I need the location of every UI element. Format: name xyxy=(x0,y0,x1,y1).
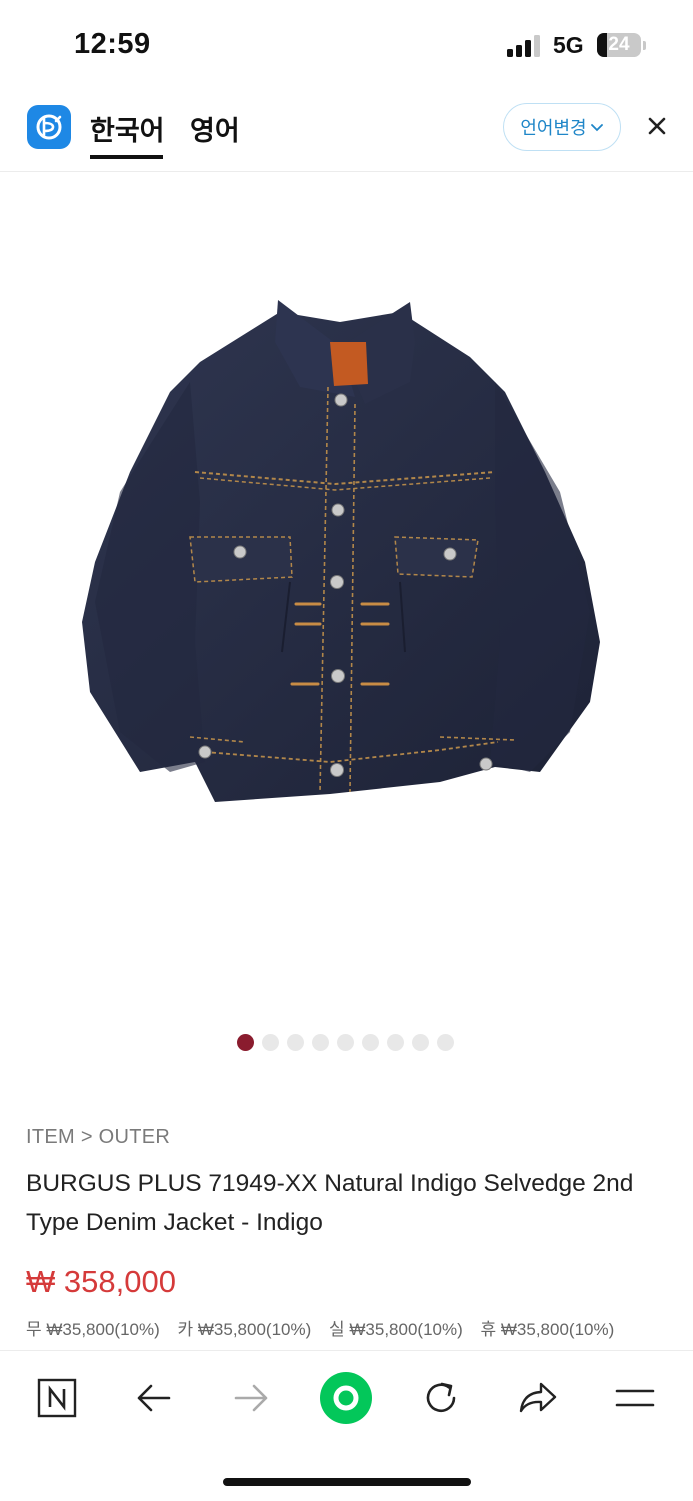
tab-korean[interactable]: 한국어 xyxy=(90,109,165,148)
battery-level: 24 xyxy=(608,34,630,55)
carousel-dot[interactable] xyxy=(262,1034,279,1051)
product-image[interactable] xyxy=(0,172,693,1012)
carousel-dots xyxy=(0,1033,693,1051)
reload-button[interactable] xyxy=(414,1371,468,1425)
carousel-dot[interactable] xyxy=(412,1034,429,1051)
carousel-dot[interactable] xyxy=(287,1034,304,1051)
battery-cap xyxy=(643,41,646,50)
menu-icon xyxy=(615,1389,655,1407)
carousel-dot[interactable] xyxy=(437,1034,454,1051)
network-type: 5G xyxy=(553,32,584,58)
share-icon xyxy=(519,1382,557,1413)
back-button[interactable] xyxy=(127,1371,181,1425)
close-button[interactable] xyxy=(641,110,673,142)
reload-icon xyxy=(426,1382,456,1413)
menu-button[interactable] xyxy=(608,1371,662,1425)
browser-toolbar xyxy=(0,1350,693,1501)
carousel-dot[interactable] xyxy=(387,1034,404,1051)
translator-app-logo[interactable] xyxy=(27,105,71,149)
forward-button[interactable] xyxy=(224,1371,278,1425)
status-time: 12:59 xyxy=(74,28,151,60)
product-title: BURGUS PLUS 71949-XX Natural Indigo Selv… xyxy=(26,1170,634,1236)
points-item: 실 ₩35,800(10%) xyxy=(329,1320,463,1339)
signal-icon xyxy=(507,35,541,57)
product-price: ₩ 358,000 xyxy=(26,1264,176,1299)
green-home-button[interactable] xyxy=(319,1371,373,1425)
share-button[interactable] xyxy=(511,1371,565,1425)
naver-home-button[interactable] xyxy=(30,1371,84,1425)
breadcrumb[interactable]: ITEM > OUTER xyxy=(26,1126,170,1149)
active-tab-indicator xyxy=(90,155,163,159)
carousel-dot[interactable] xyxy=(337,1034,354,1051)
points-item: 무 ₩35,800(10%) xyxy=(26,1320,160,1339)
carousel-dot[interactable] xyxy=(237,1034,254,1051)
forward-arrow-icon xyxy=(234,1384,268,1412)
payment-points: 무 ₩35,800(10%) 카 ₩35,800(10%) 실 ₩35,800(… xyxy=(26,1315,627,1340)
close-icon xyxy=(648,117,666,135)
translation-header: 한국어 영어 언어변경 xyxy=(0,95,693,172)
carousel-dot[interactable] xyxy=(362,1034,379,1051)
points-item: 카 ₩35,800(10%) xyxy=(177,1320,312,1339)
tab-english[interactable]: 영어 xyxy=(190,109,240,148)
home-indicator xyxy=(223,1478,471,1486)
change-language-label: 언어변경 xyxy=(520,118,587,138)
chevron-down-icon xyxy=(590,117,604,138)
green-home-icon xyxy=(320,1372,372,1424)
status-bar: 12:59 5G 24 xyxy=(0,0,693,90)
naver-n-icon xyxy=(37,1378,77,1418)
carousel-dot[interactable] xyxy=(312,1034,329,1051)
change-language-button[interactable]: 언어변경 xyxy=(503,103,621,151)
battery-icon: 24 xyxy=(597,33,641,57)
points-item: 휴 ₩35,800(10%) xyxy=(480,1320,615,1339)
back-arrow-icon xyxy=(137,1384,171,1412)
